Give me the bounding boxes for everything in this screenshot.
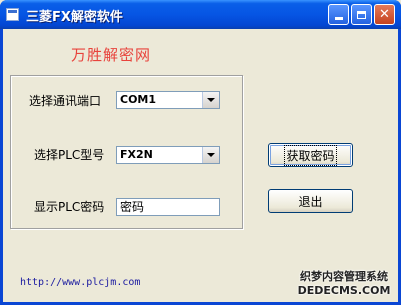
chevron-down-icon bbox=[207, 153, 215, 157]
watermark-line1: 织梦内容管理系统 bbox=[300, 270, 388, 283]
exit-button[interactable]: 退出 bbox=[268, 189, 353, 213]
exit-label: 退出 bbox=[298, 194, 323, 209]
brand-title: 万胜解密网 bbox=[71, 46, 152, 64]
port-dropdown-button[interactable] bbox=[202, 92, 219, 108]
model-select[interactable]: FX2N bbox=[116, 146, 220, 164]
website-link[interactable]: http://www.plcjm.com bbox=[20, 277, 140, 288]
password-field[interactable]: 密码 bbox=[116, 198, 220, 216]
app-icon[interactable] bbox=[6, 8, 19, 21]
model-label: 选择PLC型号 bbox=[34, 148, 105, 162]
close-button[interactable]: ✕ bbox=[374, 4, 395, 25]
get-password-label: 获取密码 bbox=[284, 144, 337, 166]
port-select-value: COM1 bbox=[120, 93, 157, 106]
maximize-icon bbox=[357, 10, 366, 19]
password-label: 显示PLC密码 bbox=[34, 200, 105, 214]
watermark: 织梦内容管理系统 DEDECMS.COM bbox=[290, 270, 398, 300]
window-title: 三菱FX解密软件 bbox=[26, 10, 123, 25]
port-select[interactable]: COM1 bbox=[116, 91, 220, 109]
chevron-down-icon bbox=[207, 98, 215, 102]
maximize-button[interactable] bbox=[351, 4, 372, 25]
title-bar[interactable]: 三菱FX解密软件 ✕ bbox=[0, 0, 401, 29]
get-password-button[interactable]: 获取密码 bbox=[268, 143, 353, 167]
minimize-icon bbox=[334, 17, 343, 20]
close-icon: ✕ bbox=[379, 7, 390, 22]
model-select-value: FX2N bbox=[120, 148, 153, 161]
port-label: 选择通讯端口 bbox=[29, 94, 102, 108]
watermark-line2: DEDECMS.COM bbox=[297, 284, 391, 297]
model-dropdown-button[interactable] bbox=[202, 147, 219, 163]
minimize-button[interactable] bbox=[328, 4, 349, 25]
